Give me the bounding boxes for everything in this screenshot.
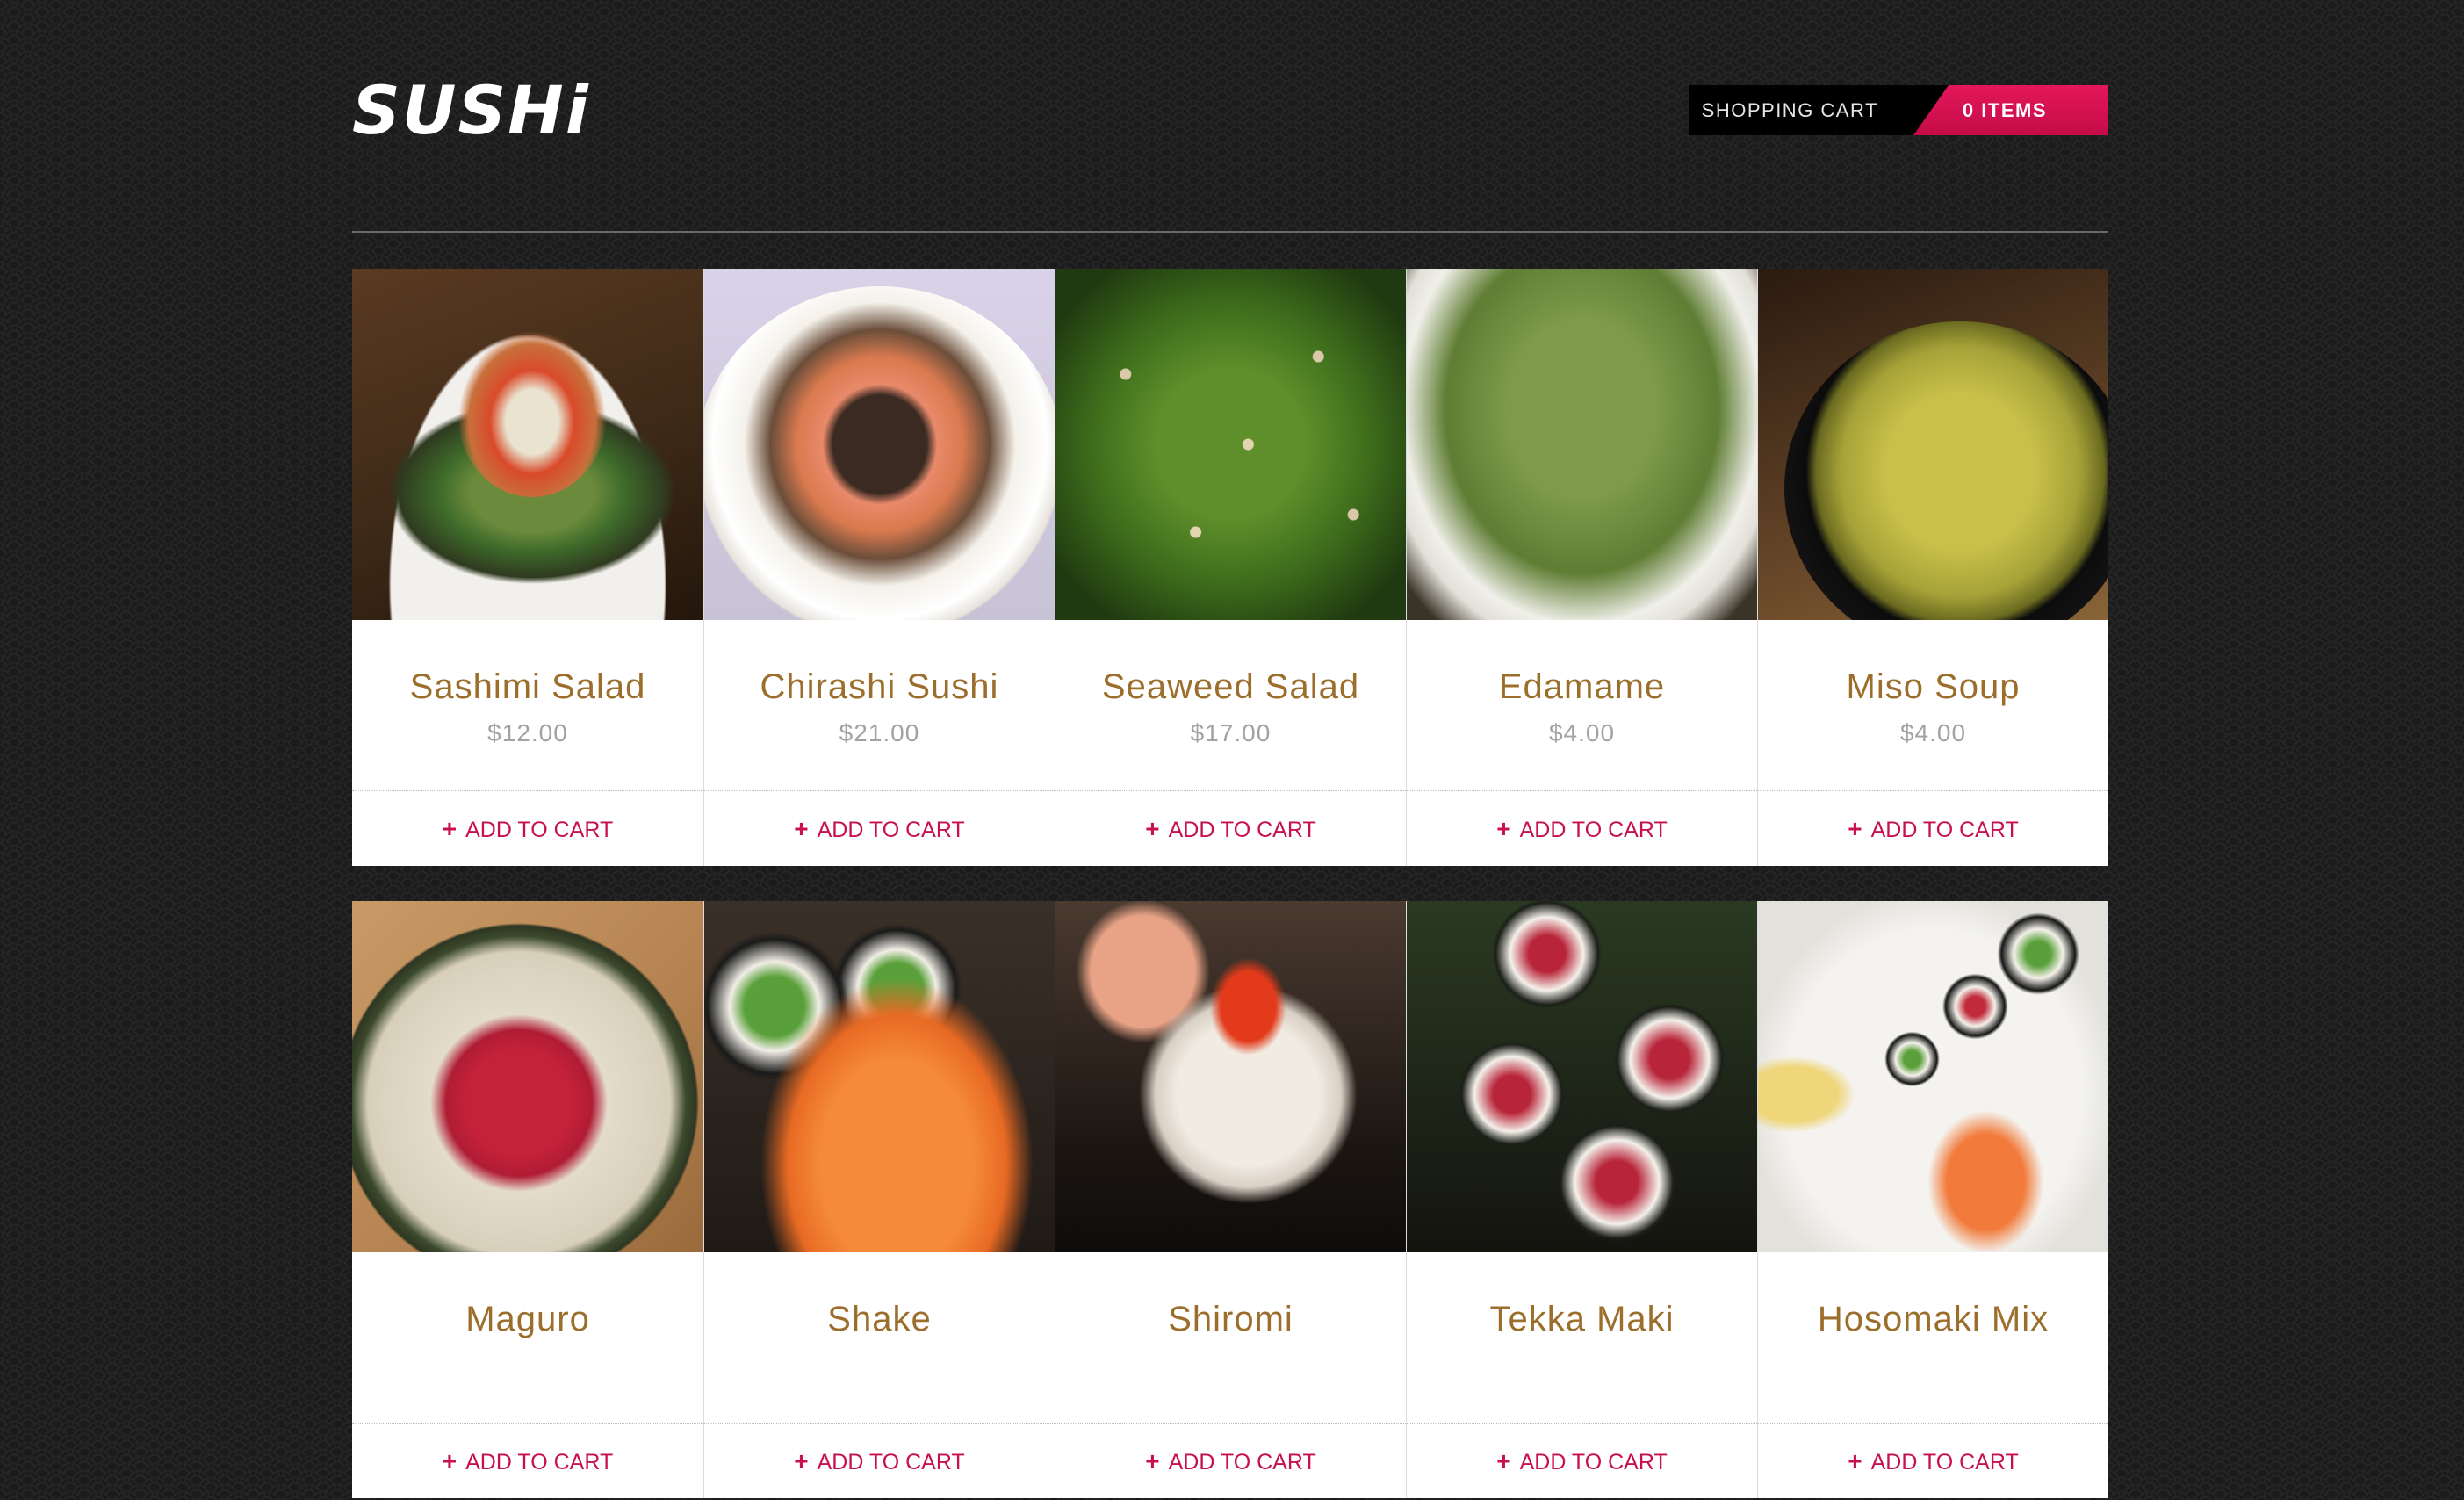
product-price: $12.00 xyxy=(487,719,568,746)
plus-icon: + xyxy=(442,815,457,842)
product-card: Edamame $4.00 + ADD TO CART xyxy=(1406,269,1757,866)
add-to-cart-button[interactable]: + ADD TO CART xyxy=(1055,1423,1406,1499)
plus-icon: + xyxy=(1496,815,1511,842)
product-photo-sashimi-salad[interactable] xyxy=(352,269,703,620)
product-price: $4.00 xyxy=(1899,719,1967,746)
add-to-cart-button[interactable]: + ADD TO CART xyxy=(1407,790,1757,867)
product-name: Maguro xyxy=(465,1300,590,1338)
plus-icon: + xyxy=(1145,1447,1160,1475)
add-to-cart-button[interactable]: + ADD TO CART xyxy=(704,790,1055,867)
add-to-cart-button[interactable]: + ADD TO CART xyxy=(352,1423,703,1499)
page-container: SUSHi SHOPPING CART 0 ITEMS Sashimi Sala… xyxy=(352,0,2108,1498)
product-photo-edamame[interactable] xyxy=(1407,269,1757,620)
product-photo-seaweed-salad[interactable] xyxy=(1055,269,1406,620)
product-name: Chirashi Sushi xyxy=(760,667,999,706)
product-price xyxy=(1055,1351,1406,1381)
product-card: Seaweed Salad $17.00 + ADD TO CART xyxy=(1055,269,1406,866)
product-price: $4.00 xyxy=(1548,719,1616,746)
product-price xyxy=(704,1351,1055,1381)
product-name: Hosomaki Mix xyxy=(1817,1300,2050,1338)
product-photo-maguro[interactable] xyxy=(352,901,703,1252)
plus-icon: + xyxy=(1848,815,1862,842)
product-price: $17.00 xyxy=(1190,719,1272,746)
product-photo-miso-soup[interactable] xyxy=(1758,269,2108,620)
product-price xyxy=(1407,1351,1757,1381)
site-logo[interactable]: SUSHi xyxy=(352,71,590,149)
plus-icon: + xyxy=(794,1447,809,1475)
shopping-cart-button[interactable]: SHOPPING CART 0 ITEMS xyxy=(1689,85,2108,135)
add-to-cart-button[interactable]: + ADD TO CART xyxy=(352,790,703,867)
plus-icon: + xyxy=(442,1447,457,1475)
cart-label: SHOPPING CART xyxy=(1689,85,1913,135)
logo-text: SUSHi xyxy=(352,71,590,149)
product-price xyxy=(352,1351,703,1381)
product-name: Shake xyxy=(827,1300,932,1338)
add-to-cart-button[interactable]: + ADD TO CART xyxy=(1758,1423,2108,1499)
product-photo-tekka-maki[interactable] xyxy=(1407,901,1757,1252)
product-price: $21.00 xyxy=(839,719,920,746)
cart-count-badge: 0 ITEMS xyxy=(1913,85,2108,135)
header-divider xyxy=(352,231,2108,233)
product-photo-shake[interactable] xyxy=(704,901,1055,1252)
product-name: Tekka Maki xyxy=(1489,1300,1675,1338)
product-card: Shiromi + ADD TO CART xyxy=(1055,901,1406,1498)
product-name: Edamame xyxy=(1498,667,1666,706)
plus-icon: + xyxy=(1848,1447,1862,1475)
plus-icon: + xyxy=(794,815,809,842)
product-card: Hosomaki Mix + ADD TO CART xyxy=(1757,901,2108,1498)
add-to-cart-button[interactable]: + ADD TO CART xyxy=(1407,1423,1757,1499)
add-to-cart-button[interactable]: + ADD TO CART xyxy=(1055,790,1406,867)
product-name: Sashimi Salad xyxy=(409,667,646,706)
plus-icon: + xyxy=(1145,815,1160,842)
product-card: Chirashi Sushi $21.00 + ADD TO CART xyxy=(703,269,1055,866)
product-card: Shake + ADD TO CART xyxy=(703,901,1055,1498)
add-to-cart-button[interactable]: + ADD TO CART xyxy=(704,1423,1055,1499)
product-photo-chirashi-sushi[interactable] xyxy=(704,269,1055,620)
product-name: Miso Soup xyxy=(1846,667,2021,706)
product-grid: Sashimi Salad $12.00 + ADD TO CART Chiras… xyxy=(352,269,2108,1498)
product-name: Shiromi xyxy=(1168,1300,1293,1338)
product-price xyxy=(1758,1351,2108,1381)
product-card: Tekka Maki + ADD TO CART xyxy=(1406,901,1757,1498)
product-photo-hosomaki-mix[interactable] xyxy=(1758,901,2108,1252)
product-card: Maguro + ADD TO CART xyxy=(352,901,703,1498)
product-name: Seaweed Salad xyxy=(1101,667,1360,706)
plus-icon: + xyxy=(1496,1447,1511,1475)
add-to-cart-button[interactable]: + ADD TO CART xyxy=(1758,790,2108,867)
product-card: Miso Soup $4.00 + ADD TO CART xyxy=(1757,269,2108,866)
product-card: Sashimi Salad $12.00 + ADD TO CART xyxy=(352,269,703,866)
product-photo-shiromi[interactable] xyxy=(1055,901,1406,1252)
